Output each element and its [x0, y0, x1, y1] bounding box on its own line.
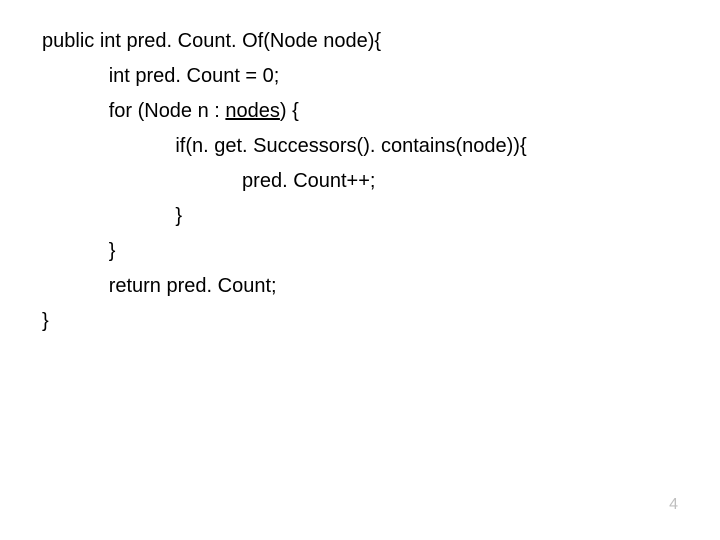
code-line-4: if(n. get. Successors(). contains(node))…	[42, 129, 720, 164]
indent	[42, 135, 175, 157]
code-text: public int pred. Count. Of(Node node){	[42, 30, 381, 52]
indent	[42, 275, 109, 297]
code-line-2: int pred. Count = 0;	[42, 59, 720, 94]
code-line-5: pred. Count++;	[42, 164, 720, 199]
slide: public int pred. Count. Of(Node node){ i…	[0, 0, 720, 540]
code-line-1: public int pred. Count. Of(Node node){	[42, 24, 720, 59]
indent	[42, 205, 175, 227]
indent	[42, 65, 109, 87]
indent	[42, 100, 109, 122]
code-text: return pred. Count;	[109, 275, 277, 297]
code-text: }	[42, 310, 49, 332]
code-text: for (Node n :	[109, 100, 226, 122]
code-line-8: return pred. Count;	[42, 269, 720, 304]
code-line-7: }	[42, 234, 720, 269]
code-text: int pred. Count = 0;	[109, 65, 280, 87]
code-line-6: }	[42, 199, 720, 234]
code-text: }	[109, 240, 116, 262]
page-number: 4	[669, 496, 678, 514]
code-text: pred. Count++;	[242, 170, 375, 192]
code-underline-nodes: nodes	[225, 100, 280, 122]
indent	[42, 170, 242, 192]
code-text: }	[175, 205, 182, 227]
code-text: ) {	[280, 100, 299, 122]
code-line-3: for (Node n : nodes) {	[42, 94, 720, 129]
code-line-9: }	[42, 304, 720, 339]
indent	[42, 240, 109, 262]
code-text: if(n. get. Successors(). contains(node))…	[175, 135, 526, 157]
